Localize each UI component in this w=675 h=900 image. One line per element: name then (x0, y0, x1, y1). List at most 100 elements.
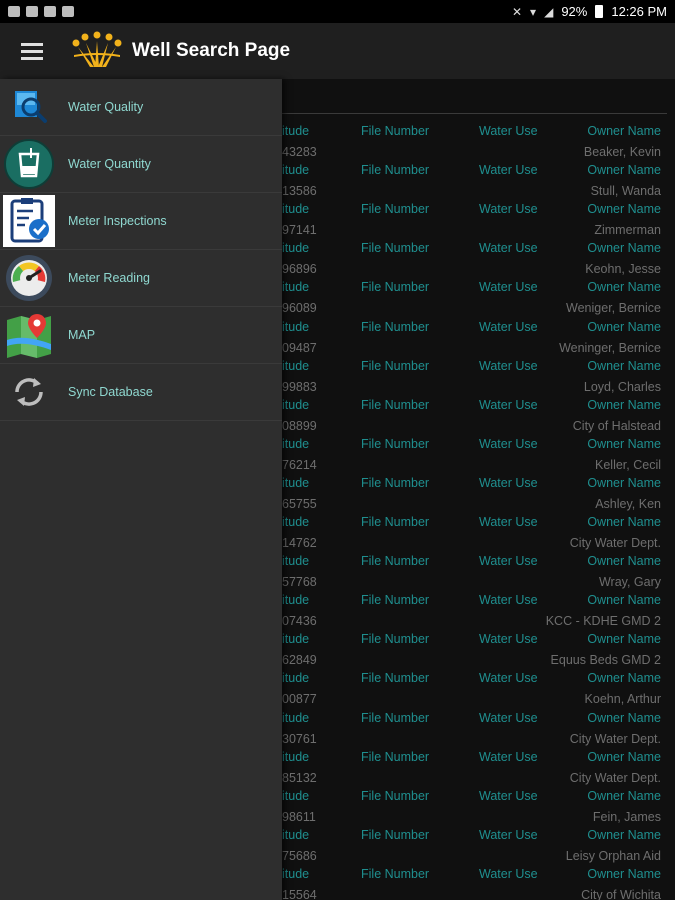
latitude-value: 96896 (282, 262, 317, 277)
wifi-icon: ▾ (530, 4, 537, 19)
navigation-drawer: Water Quality Water Quantity Meter Inspe… (0, 79, 282, 900)
app-bar: Well Search Page (0, 23, 675, 79)
water-use-header: Water Use (479, 554, 538, 569)
owner-name-value: Loyd, Charles (583, 379, 661, 394)
image-icon (26, 6, 38, 17)
file-number-header: File Number (361, 124, 430, 138)
latitude-header: itude (282, 788, 310, 803)
map-pin-icon (3, 309, 55, 361)
nav-item-water-quality[interactable]: Water Quality (0, 79, 282, 136)
owner-name-header: Owner Name (587, 436, 661, 451)
well-logo-icon (72, 31, 122, 67)
battery-icon (595, 5, 604, 18)
latitude-header: itude (282, 241, 310, 256)
owner-name-header: Owner Name (587, 593, 661, 608)
file-number-header: File Number (361, 358, 430, 373)
water-use-header: Water Use (479, 710, 538, 725)
latitude-value: 14762 (282, 536, 317, 550)
owner-name-value: Fein, James (592, 809, 661, 824)
owner-name-value: KCC - KDHE GMD 2 (545, 614, 661, 629)
water-use-header: Water Use (479, 319, 538, 334)
water-use-header: Water Use (479, 358, 538, 373)
file-number-header: File Number (361, 749, 430, 764)
water-use-header: Water Use (479, 671, 538, 686)
owner-name-header: Owner Name (587, 710, 661, 725)
water-use-header: Water Use (479, 280, 538, 295)
water-quantity-beaker-icon (3, 138, 55, 190)
owner-name-header: Owner Name (587, 319, 661, 334)
owner-name-header: Owner Name (587, 515, 661, 529)
signal-icon: ◢ (544, 4, 554, 19)
latitude-value: 97141 (282, 223, 317, 238)
latitude-header: itude (282, 749, 310, 764)
owner-name-value: Ashley, Ken (595, 496, 661, 511)
owner-name-value: City of Wichita (581, 887, 661, 900)
latitude-value: 30761 (282, 731, 317, 746)
water-use-header: Water Use (479, 515, 538, 529)
owner-name-value: Koehn, Arthur (584, 692, 661, 707)
latitude-value: 08899 (282, 418, 317, 433)
latitude-value: 76214 (282, 457, 317, 472)
clock: 12:26 PM (611, 4, 667, 19)
owner-name-header: Owner Name (587, 632, 661, 647)
sync-icon (3, 366, 55, 418)
water-use-header: Water Use (479, 202, 538, 217)
water-quality-magnifier-icon (3, 81, 55, 133)
notification-icons (8, 6, 74, 17)
nav-label: Sync Database (68, 385, 153, 399)
owner-name-value: Stull, Wanda (590, 184, 661, 199)
file-number-header: File Number (361, 788, 430, 803)
file-number-header: File Number (361, 632, 430, 647)
nav-label: Water Quality (68, 100, 144, 114)
mute-icon: ✕ (511, 4, 523, 19)
nav-label: Water Quantity (68, 157, 151, 171)
file-number-header: File Number (361, 475, 430, 490)
latitude-header: itude (282, 436, 310, 451)
battery-percent: 92% (561, 4, 588, 19)
latitude-header: itude (282, 866, 310, 881)
owner-name-header: Owner Name (587, 358, 661, 373)
latitude-value: 13586 (282, 184, 317, 199)
latitude-value: 43283 (282, 145, 317, 159)
water-use-header: Water Use (479, 827, 538, 842)
status-bar: ✕ ▾ ◢ 92% 12:26 PM (0, 0, 675, 23)
owner-name-value: Keohn, Jesse (585, 262, 661, 277)
nav-item-meter-reading[interactable]: Meter Reading (0, 250, 282, 307)
menu-icon[interactable] (0, 23, 64, 79)
file-number-header: File Number (361, 671, 430, 686)
owner-name-header: Owner Name (587, 788, 661, 803)
page-title: Well Search Page (132, 40, 291, 61)
water-use-header: Water Use (479, 632, 538, 647)
owner-name-value: Weniger, Bernice (566, 301, 661, 316)
owner-name-header: Owner Name (587, 749, 661, 764)
gallery-icon (44, 6, 56, 17)
nav-item-sync-database[interactable]: Sync Database (0, 364, 282, 421)
water-use-header: Water Use (479, 788, 538, 803)
latitude-header: itude (282, 671, 310, 686)
file-number-header: File Number (361, 163, 430, 178)
latitude-value: 07436 (282, 614, 317, 629)
file-number-header: File Number (361, 397, 430, 412)
owner-name-value: Weninger, Bernice (559, 340, 661, 355)
nav-item-water-quantity[interactable]: Water Quantity (0, 136, 282, 193)
latitude-value: 85132 (282, 770, 317, 785)
file-number-header: File Number (361, 319, 430, 334)
water-use-header: Water Use (479, 124, 538, 138)
latitude-header: itude (282, 124, 310, 138)
latitude-header: itude (282, 632, 310, 647)
location-icon (8, 6, 20, 17)
nav-item-meter-inspections[interactable]: Meter Inspections (0, 193, 282, 250)
latitude-value: 96089 (282, 301, 317, 316)
nav-label: Meter Reading (68, 271, 150, 285)
latitude-value: 09487 (282, 340, 317, 355)
latitude-value: 75686 (282, 848, 317, 863)
owner-name-value: Leisy Orphan Aid (565, 848, 661, 863)
latitude-header: itude (282, 475, 310, 490)
water-use-header: Water Use (479, 749, 538, 764)
latitude-header: itude (282, 710, 310, 725)
latitude-value: 98611 (282, 809, 316, 824)
owner-name-header: Owner Name (587, 202, 661, 217)
latitude-value: 65755 (282, 496, 317, 511)
results-divider (282, 113, 667, 114)
nav-item-map[interactable]: MAP (0, 307, 282, 364)
